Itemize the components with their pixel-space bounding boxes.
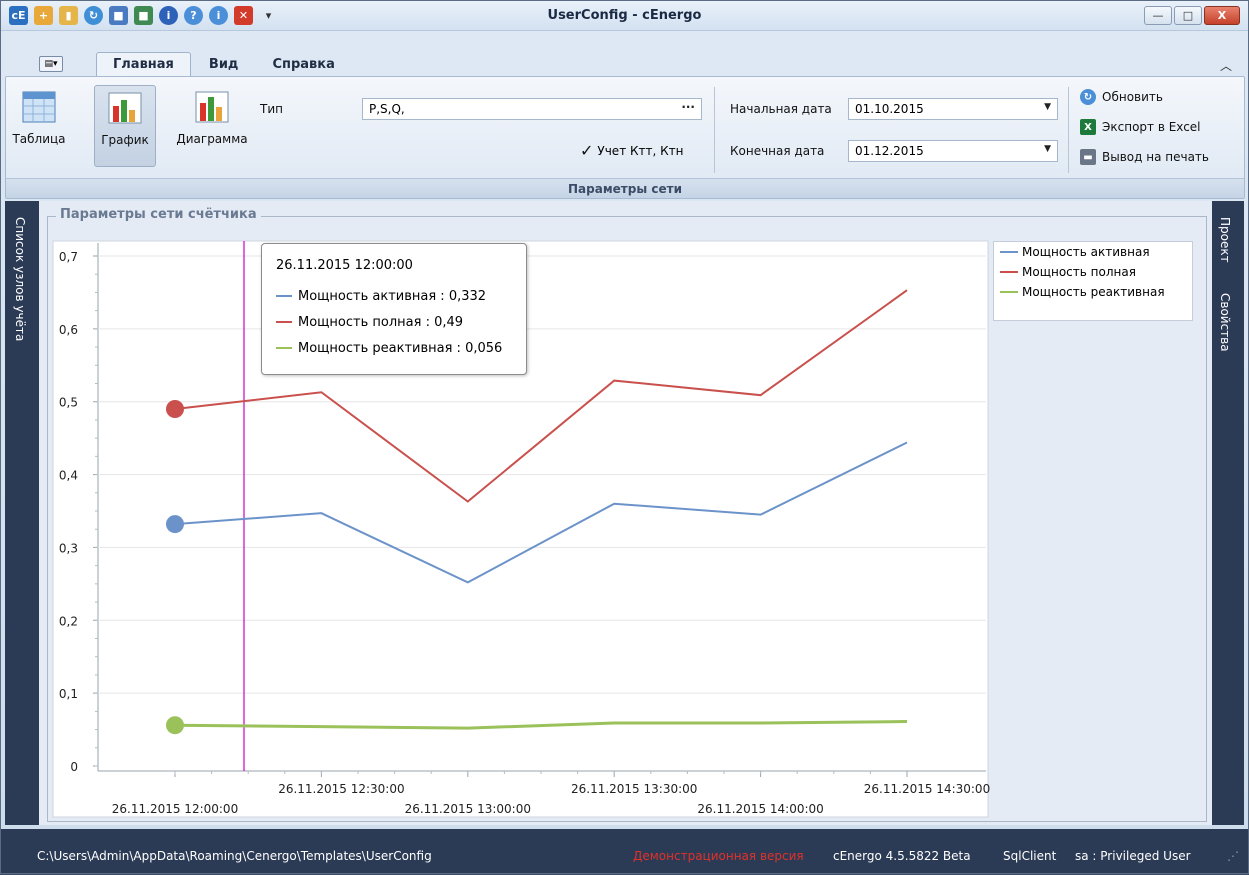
chart-tooltip: 26.11.2015 12:00:00 Мощность активная : … xyxy=(261,243,527,375)
legend-label: Мощность полная xyxy=(1022,265,1136,279)
status-bar: C:\Users\Admin\AppData\Roaming\Cenergo\T… xyxy=(1,829,1248,873)
legend-item: Мощность активная xyxy=(994,242,1192,262)
x-tick-label: 26.11.2015 12:30:00 xyxy=(278,782,404,796)
y-tick-label: 0,4 xyxy=(59,469,78,483)
status-user: sa : Privileged User xyxy=(1075,849,1191,863)
tooltip-row: Мощность реактивная : 0,056 xyxy=(276,335,512,361)
legend-swatch xyxy=(1000,291,1018,293)
tooltip-text: Мощность активная : 0,332 xyxy=(298,288,487,304)
highlight-point xyxy=(166,400,184,418)
x-tick-label: 26.11.2015 14:00:00 xyxy=(697,802,823,816)
legend-item: Мощность реактивная xyxy=(994,282,1192,302)
status-path: C:\Users\Admin\AppData\Roaming\Cenergo\T… xyxy=(37,849,432,863)
tooltip-text: Мощность реактивная : 0,056 xyxy=(298,340,503,356)
status-version: cEnergo 4.5.5822 Beta xyxy=(833,849,971,863)
tooltip-row: Мощность активная : 0,332 xyxy=(276,283,512,309)
legend-item: Мощность полная xyxy=(994,262,1192,282)
legend-swatch xyxy=(1000,251,1018,253)
y-tick-label: 0,2 xyxy=(59,614,78,628)
highlight-point xyxy=(166,716,184,735)
x-tick-label: 26.11.2015 13:00:00 xyxy=(405,802,531,816)
y-tick-label: 0,1 xyxy=(59,687,78,701)
power-line-chart[interactable]: 0 0,1 0,2 0,3 0,4 0,5 0,6 0,7 26.11.2015 12:00:0… xyxy=(1,1,1249,875)
x-tick-label: 26.11.2015 12:00:00 xyxy=(112,802,238,816)
y-tick-label: 0,7 xyxy=(59,250,78,264)
app-window: cE + ▮ ↻ ■ ■ i ? i ✕ ▾ UserConfig - cEne… xyxy=(0,0,1249,874)
legend-label: Мощность реактивная xyxy=(1022,285,1165,299)
tooltip-swatch xyxy=(276,321,292,323)
tooltip-swatch xyxy=(276,295,292,297)
tooltip-title: 26.11.2015 12:00:00 xyxy=(276,258,413,273)
status-client: SqlClient xyxy=(1003,849,1057,863)
y-tick-label: 0,3 xyxy=(59,541,78,555)
status-demo: Демонстрационная версия xyxy=(633,849,804,863)
highlight-point xyxy=(166,515,184,534)
y-tick-label: 0 xyxy=(70,760,78,774)
chart-legend: Мощность активная Мощность полная Мощнос… xyxy=(993,241,1193,321)
y-tick-label: 0,6 xyxy=(59,323,78,337)
legend-swatch xyxy=(1000,271,1018,273)
tooltip-text: Мощность полная : 0,49 xyxy=(298,314,464,330)
x-tick-label: 26.11.2015 14:30:00 xyxy=(864,782,990,796)
y-tick-label: 0,5 xyxy=(59,396,78,410)
resize-grip-icon[interactable]: ⋰ xyxy=(1227,849,1239,863)
tooltip-swatch xyxy=(276,347,292,349)
legend-label: Мощность активная xyxy=(1022,245,1150,259)
tooltip-row: Мощность полная : 0,49 xyxy=(276,309,512,335)
x-tick-label: 26.11.2015 13:30:00 xyxy=(571,782,697,796)
